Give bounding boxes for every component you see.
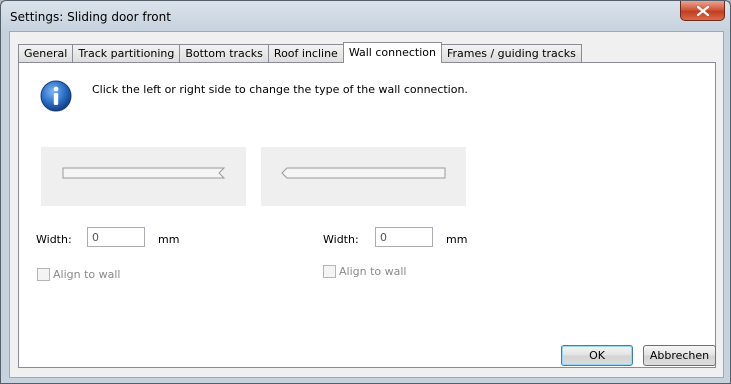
window-title: Settings: Sliding door front [10, 10, 171, 24]
tab-wall-connection[interactable]: Wall connection [342, 42, 442, 63]
right-width-unit: mm [446, 233, 468, 246]
left-width-unit: mm [158, 233, 180, 246]
left-width-label: Width: [36, 233, 72, 246]
info-icon [40, 80, 72, 112]
ok-button[interactable]: OK [561, 345, 633, 366]
close-icon [696, 5, 709, 16]
right-align-to-wall[interactable]: Align to wall [323, 265, 406, 278]
tab-frames-guiding-tracks[interactable]: Frames / guiding tracks [440, 44, 582, 63]
tab-general[interactable]: General [18, 44, 74, 63]
left-align-to-wall[interactable]: Align to wall [37, 268, 120, 281]
right-align-label: Align to wall [339, 265, 407, 278]
right-width-label: Width: [323, 233, 359, 246]
right-wall-shape [281, 167, 446, 179]
close-button[interactable] [680, 1, 725, 21]
info-message: Click the left or right side to change t… [92, 83, 468, 96]
dialog-body: General Track partitioning Bottom tracks… [9, 31, 724, 378]
right-align-checkbox[interactable] [323, 265, 336, 278]
left-wall-shape [62, 167, 226, 179]
tab-roof-incline[interactable]: Roof incline [267, 44, 344, 63]
tab-track-partitioning[interactable]: Track partitioning [72, 44, 181, 63]
left-align-checkbox[interactable] [37, 268, 50, 281]
right-width-input[interactable]: 0 [375, 227, 433, 247]
left-align-label: Align to wall [53, 268, 121, 281]
settings-dialog: Settings: Sliding door front General Tra… [0, 0, 731, 384]
tab-strip: General Track partitioning Bottom tracks… [18, 42, 582, 63]
left-width-input[interactable]: 0 [87, 227, 145, 247]
wall-connection-panel: Click the left or right side to change t… [18, 62, 716, 368]
left-wall-connection[interactable] [41, 147, 246, 206]
cancel-button[interactable]: Abbrechen [643, 345, 716, 366]
right-wall-connection[interactable] [261, 147, 466, 206]
tab-bottom-tracks[interactable]: Bottom tracks [179, 44, 269, 63]
title-bar[interactable]: Settings: Sliding door front [1, 1, 730, 31]
